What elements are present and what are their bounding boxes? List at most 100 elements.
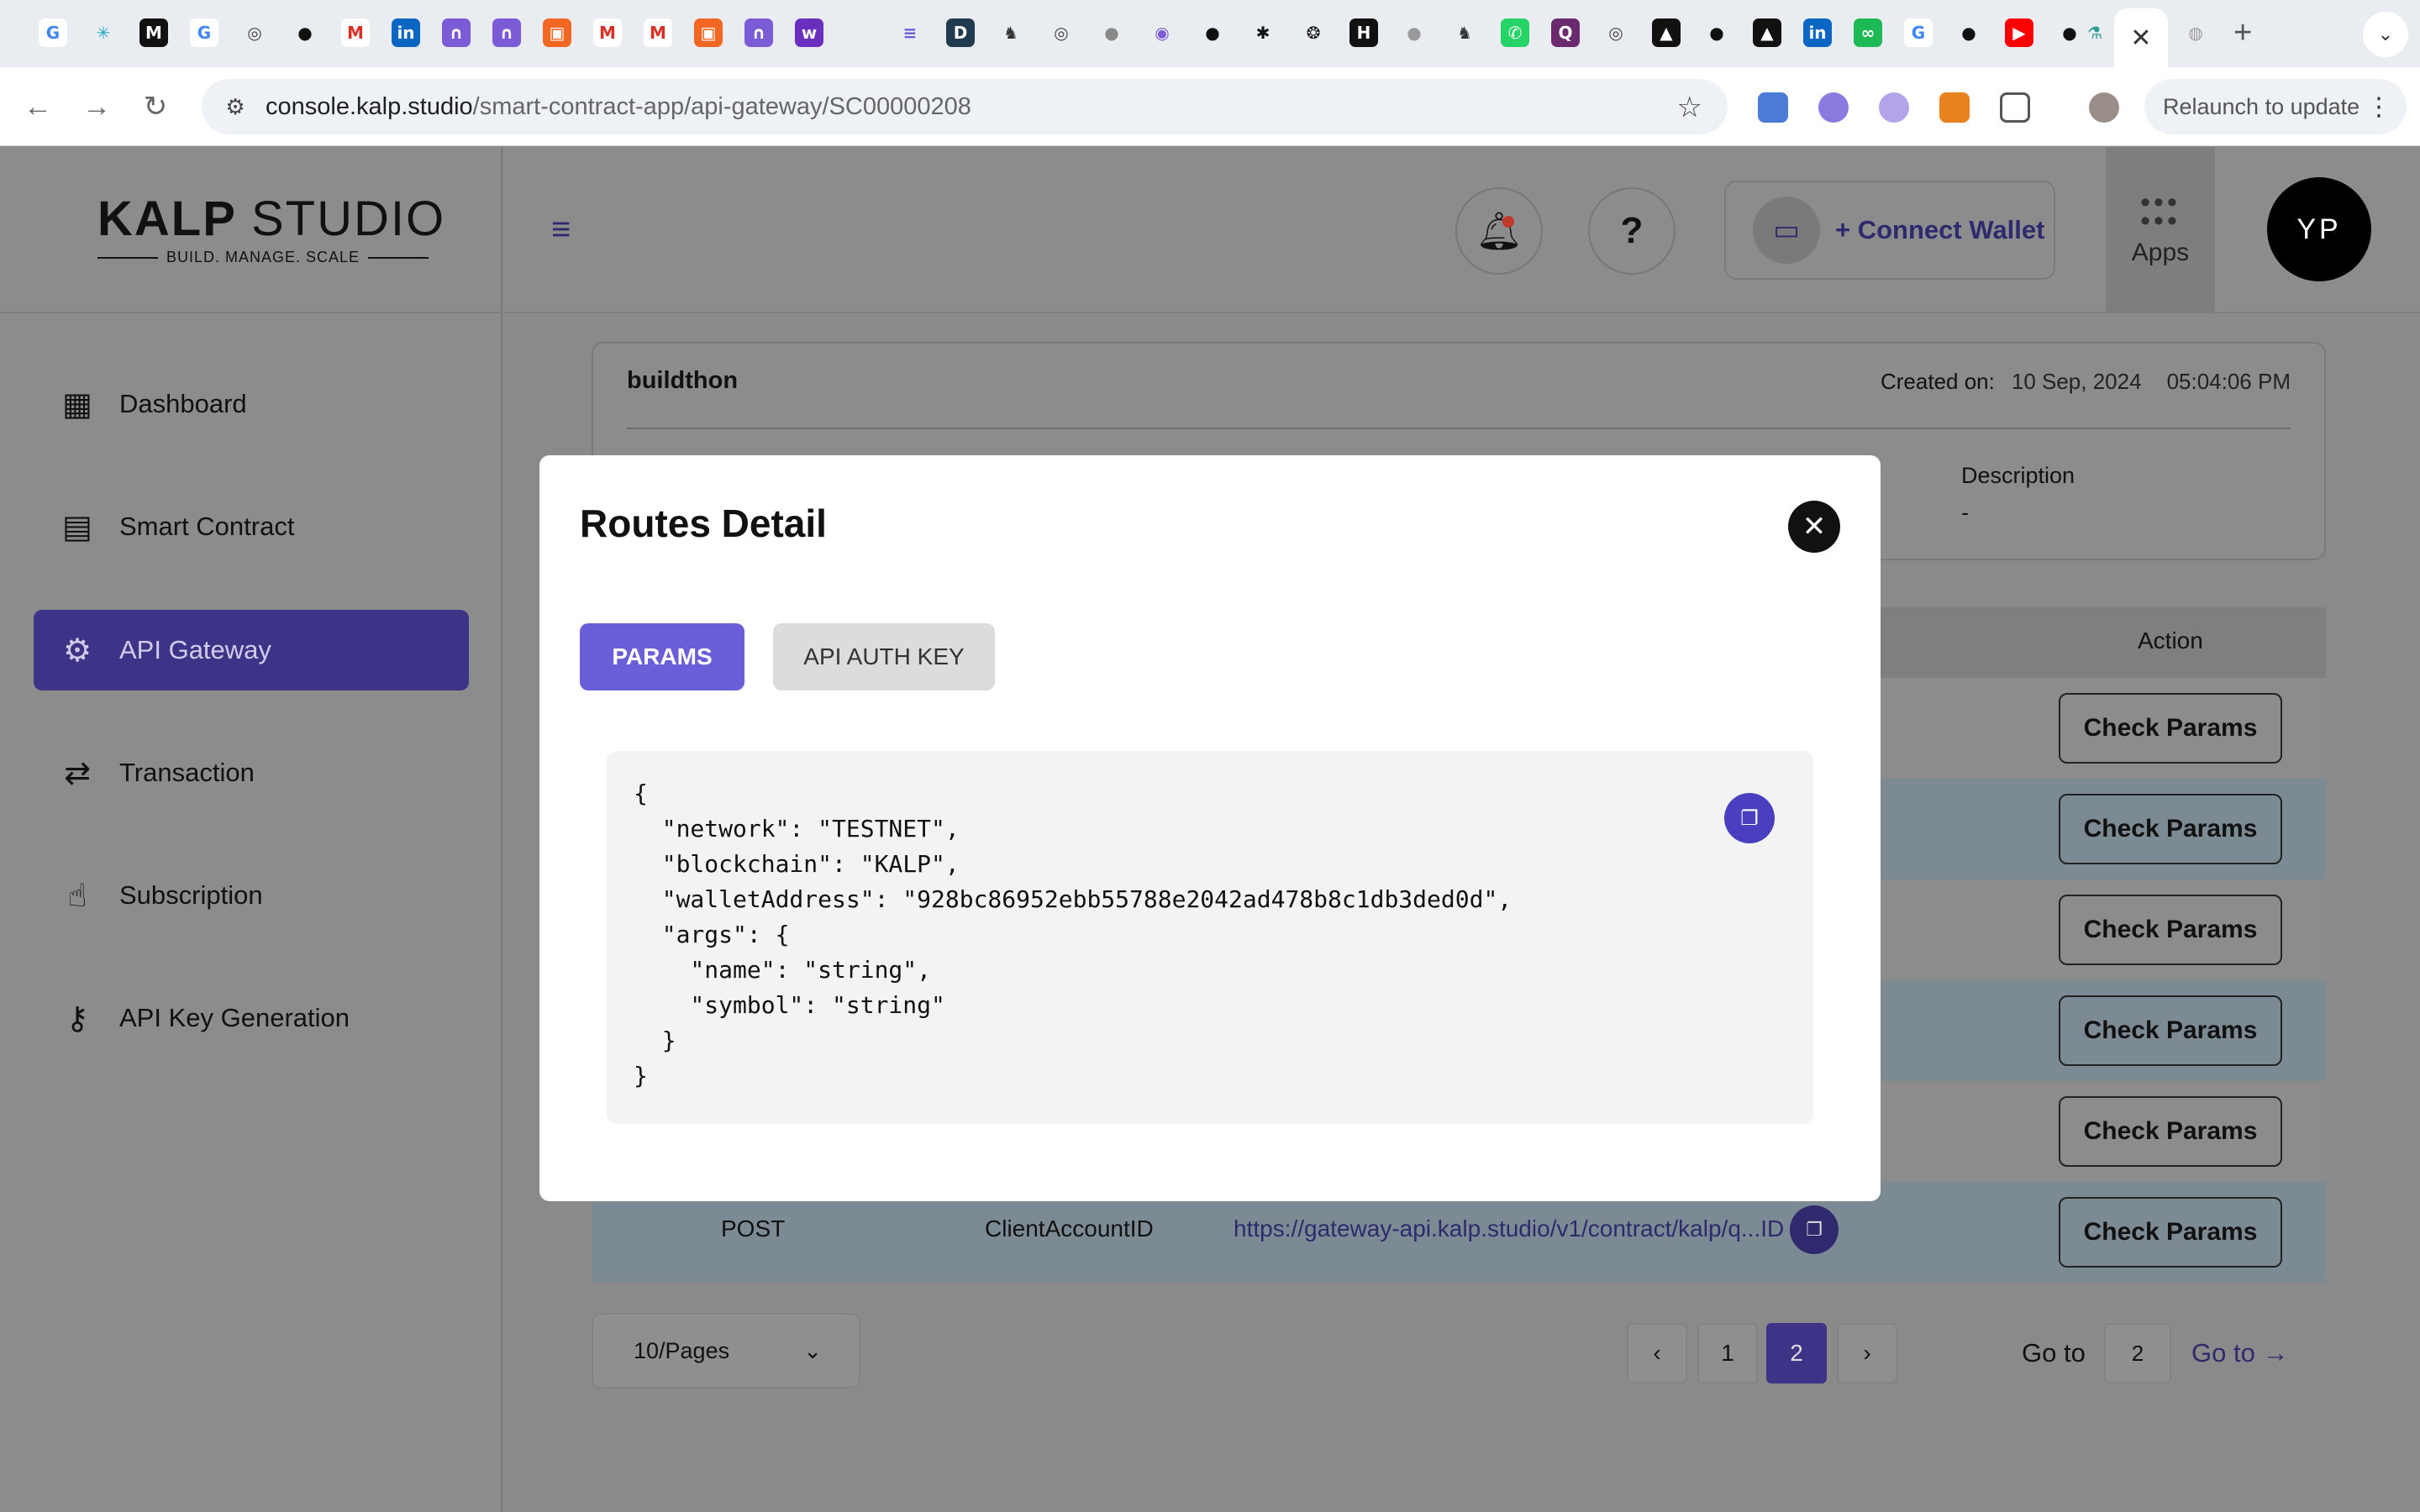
sidebar-item-dashboard[interactable]: ▦ Dashboard: [34, 364, 469, 444]
created-date: 10 Sep, 2024: [2011, 369, 2142, 394]
app-icon[interactable]: ◉: [1148, 18, 1176, 47]
reload-icon[interactable]: ↻: [134, 86, 176, 128]
bookmark-star-icon[interactable]: ☆: [1677, 91, 1702, 124]
url-text[interactable]: console.kalp.studio/smart-contract-app/a…: [266, 93, 971, 121]
collapse-menu-icon[interactable]: ≡: [551, 211, 571, 249]
connect-wallet-button[interactable]: ▭ + Connect Wallet: [1724, 181, 2055, 280]
chip-icon: ⚙: [62, 633, 92, 669]
stack-icon[interactable]: ≡: [896, 18, 924, 47]
puzzle-icon[interactable]: [2000, 92, 2030, 123]
arrows-icon: ⇄: [64, 755, 91, 791]
menu-dots-icon[interactable]: ⋮: [2366, 92, 2391, 122]
address-bar[interactable]: ⚙ console.kalp.studio/smart-contract-app…: [202, 79, 1728, 134]
page-2-button[interactable]: 2: [1766, 1323, 1827, 1383]
triangle-icon[interactable]: ▲: [1753, 18, 1781, 47]
sidebar-item-api-key-generation[interactable]: ⚷ API Key Generation: [34, 978, 469, 1058]
apps-launcher[interactable]: ••• ••• Apps: [2106, 147, 2215, 313]
goto-button[interactable]: Go to →: [2191, 1338, 2288, 1368]
check-params-button[interactable]: Check Params: [2059, 995, 2282, 1066]
check-params-button[interactable]: Check Params: [2059, 1197, 2282, 1268]
profile-icon[interactable]: [2089, 92, 2119, 123]
github-icon[interactable]: ●: [1954, 18, 1983, 47]
new-tab-icon[interactable]: +: [2233, 15, 2252, 51]
owl-icon[interactable]: ♞: [997, 18, 1025, 47]
h-icon[interactable]: H: [1349, 18, 1378, 47]
brand-name-thin: STUDIO: [250, 192, 446, 246]
github-icon[interactable]: ●: [1702, 18, 1731, 47]
chrome-icon[interactable]: ◎: [1602, 18, 1630, 47]
w-icon[interactable]: w: [795, 18, 823, 47]
chrome-icon[interactable]: ◎: [240, 18, 269, 47]
copy-icon[interactable]: ❐: [1790, 1205, 1839, 1254]
forward-icon[interactable]: →: [76, 86, 118, 128]
openai-icon[interactable]: ❂: [1299, 18, 1328, 47]
google-icon[interactable]: G: [39, 18, 67, 47]
prev-page-button[interactable]: ‹: [1627, 1323, 1687, 1383]
sidebar-item-transaction[interactable]: ⇄ Transaction: [34, 732, 469, 813]
app-icon[interactable]: ∩: [442, 18, 471, 47]
globe-icon[interactable]: ◍: [2181, 18, 2210, 47]
metamask-icon[interactable]: [1939, 92, 1970, 123]
close-icon[interactable]: ✕: [1788, 501, 1840, 553]
sidebar-item-label: API Gateway: [119, 635, 271, 664]
d-icon[interactable]: D: [946, 18, 975, 47]
code-line: "name": "string",: [634, 956, 932, 984]
check-params-button[interactable]: Check Params: [2059, 693, 2282, 764]
extension-icon[interactable]: [1758, 92, 1788, 123]
app-icon[interactable]: ∩: [744, 18, 773, 47]
goto-page-input[interactable]: 2: [2104, 1323, 2171, 1383]
url-host: console.kalp.studio: [266, 92, 473, 120]
close-tab-icon[interactable]: ✕: [2130, 24, 2151, 53]
extension-icon[interactable]: [1818, 92, 1849, 123]
medium-icon[interactable]: M: [139, 18, 168, 47]
page-1-button[interactable]: 1: [1697, 1323, 1758, 1383]
per-page-select[interactable]: 10/Pages ⌄: [592, 1313, 860, 1389]
github-icon[interactable]: ●: [1097, 18, 1126, 47]
github-icon[interactable]: ●: [1198, 18, 1227, 47]
github-icon[interactable]: ●: [2055, 18, 2084, 47]
google-icon[interactable]: G: [190, 18, 218, 47]
bookmark-icon[interactable]: ▣: [543, 18, 571, 47]
gmail-icon[interactable]: M: [593, 18, 622, 47]
copy-icon[interactable]: ❐: [1724, 793, 1775, 843]
tab-params[interactable]: PARAMS: [580, 623, 744, 690]
gmail-icon[interactable]: M: [644, 18, 672, 47]
sidebar-item-api-gateway[interactable]: ⚙ API Gateway: [34, 610, 469, 690]
active-tab[interactable]: ✕: [2114, 8, 2168, 67]
site-settings-icon[interactable]: ⚙: [218, 90, 252, 123]
owl-icon[interactable]: ♞: [1450, 18, 1479, 47]
bookmark-icon[interactable]: ▣: [694, 18, 723, 47]
avatar[interactable]: YP: [2267, 177, 2371, 281]
linkedin-icon[interactable]: in: [1803, 18, 1832, 47]
check-params-button[interactable]: Check Params: [2059, 794, 2282, 864]
notifications-button[interactable]: 🔔︎: [1455, 187, 1543, 275]
google-icon[interactable]: G: [1904, 18, 1933, 47]
gmail-icon[interactable]: M: [341, 18, 370, 47]
extension-icon[interactable]: [1879, 92, 1909, 123]
infinity-icon[interactable]: ∞: [1854, 18, 1882, 47]
flask-icon[interactable]: ⚗: [2081, 18, 2109, 47]
asterisk-icon[interactable]: ✱: [1249, 18, 1277, 47]
sparkle-icon[interactable]: ✳: [89, 18, 118, 47]
next-page-button[interactable]: ›: [1837, 1323, 1897, 1383]
youtube-icon[interactable]: ▶: [2005, 18, 2033, 47]
github-icon[interactable]: ●: [291, 18, 319, 47]
chrome-icon[interactable]: ◎: [1047, 18, 1076, 47]
back-icon[interactable]: ←: [17, 86, 59, 128]
q-icon[interactable]: Q: [1551, 18, 1580, 47]
tab-search-icon[interactable]: ⌄: [2363, 12, 2408, 57]
tab-api-auth-key[interactable]: API AUTH KEY: [773, 623, 995, 690]
check-params-button[interactable]: Check Params: [2059, 895, 2282, 965]
linkedin-icon[interactable]: in: [392, 18, 420, 47]
brand-logo[interactable]: KALP STUDIO BUILD. MANAGE. SCALE: [97, 191, 445, 266]
whatsapp-icon[interactable]: ✆: [1501, 18, 1529, 47]
sidebar-item-subscription[interactable]: ☝ Subscription: [34, 855, 469, 936]
route-url-link[interactable]: https://gateway-api.kalp.studio/v1/contr…: [1234, 1215, 1784, 1242]
app-icon[interactable]: ∩: [492, 18, 521, 47]
triangle-icon[interactable]: ▲: [1652, 18, 1681, 47]
check-params-button[interactable]: Check Params: [2059, 1096, 2282, 1167]
relaunch-button[interactable]: Relaunch to update ⋮: [2144, 79, 2407, 134]
sidebar-item-smart-contract[interactable]: ▤ Smart Contract: [34, 486, 469, 567]
github-icon[interactable]: ●: [1400, 18, 1428, 47]
help-button[interactable]: ?: [1588, 187, 1676, 275]
